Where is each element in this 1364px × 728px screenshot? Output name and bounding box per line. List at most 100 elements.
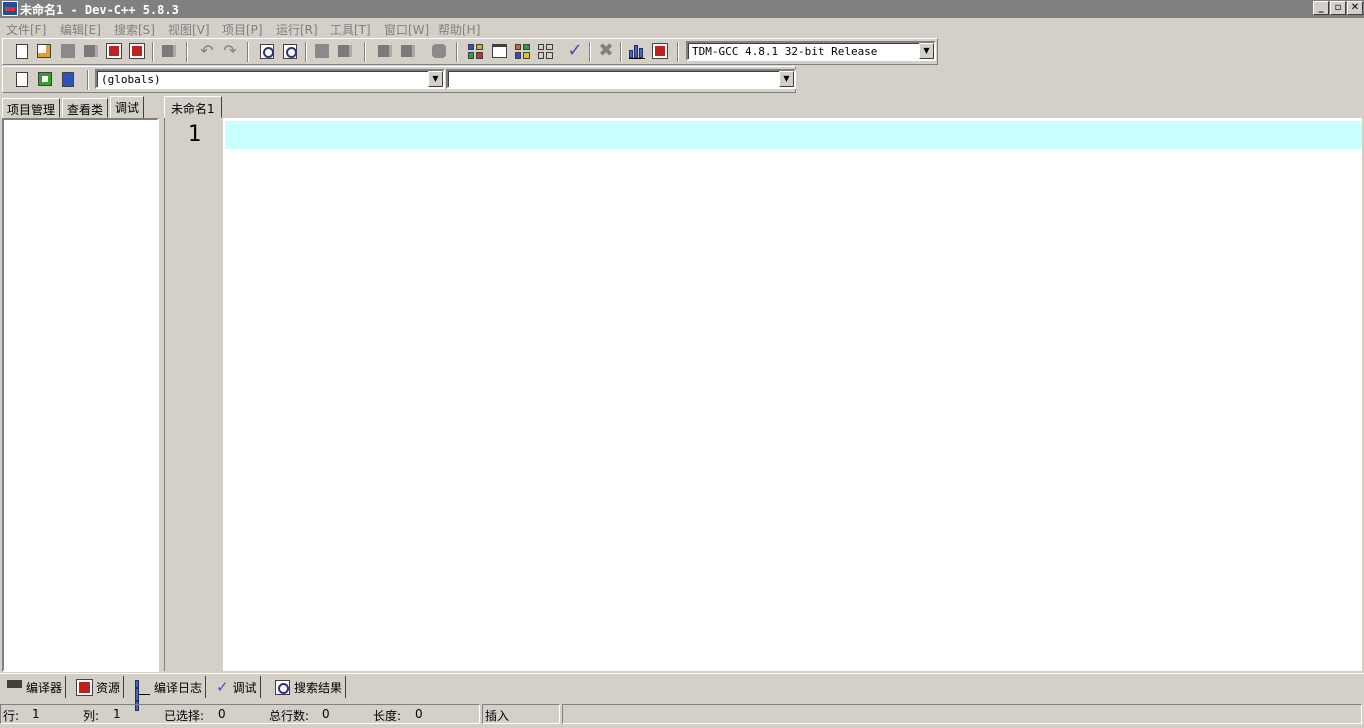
debug-check-button[interactable]: ✓ <box>565 41 585 61</box>
app-icon[interactable] <box>2 1 18 16</box>
open-file-button[interactable] <box>34 41 54 61</box>
toolbar-separator <box>152 42 154 62</box>
tab-resources[interactable]: 资源 <box>74 676 125 698</box>
menu-help[interactable]: 帮助[H] <box>438 21 480 38</box>
class-select-value: (globals) <box>101 73 161 86</box>
save-icon <box>61 44 75 58</box>
menu-tools[interactable]: 工具[T] <box>330 21 371 38</box>
open-file-icon <box>37 44 51 58</box>
print-icon <box>162 45 176 57</box>
class-toolbar: (globals) ▼ ▼ <box>2 66 796 93</box>
search-icon <box>275 679 290 695</box>
menu-view[interactable]: 视图[V] <box>168 21 210 38</box>
stop-execution-button[interactable]: ✖ <box>596 41 616 61</box>
menu-edit[interactable]: 编辑[E] <box>60 21 101 38</box>
save-all-button[interactable] <box>81 41 101 61</box>
run-button[interactable] <box>489 41 509 61</box>
goto-line-button[interactable] <box>335 41 355 61</box>
toolbar-separator <box>364 42 366 62</box>
editor-tab-untitled[interactable]: 未命名1 <box>164 96 222 118</box>
tab-debug-output-label: 调试 <box>232 680 257 695</box>
new-file-icon <box>16 43 28 59</box>
compile-run-button[interactable] <box>512 41 532 61</box>
close-file-icon <box>106 43 122 59</box>
remove-from-project-button[interactable] <box>58 69 78 89</box>
bottom-panel-tabs: 编译器 资源 编译日志 ✓ 调试 搜索结果 <box>0 673 1364 711</box>
compiler-select[interactable]: TDM-GCC 4.8.1 32-bit Release ▼ <box>686 41 936 61</box>
status-col-label: 列: <box>83 709 100 723</box>
menu-project[interactable]: 项目[P] <box>222 21 263 38</box>
restore-button[interactable]: ▫ <box>1330 1 1346 15</box>
status-selected-value: 0 <box>218 707 226 721</box>
status-selected-label: 已选择: <box>164 709 205 723</box>
toggle-comment-button[interactable] <box>429 41 449 61</box>
undo-button[interactable]: ↶ <box>197 41 217 61</box>
menu-run[interactable]: 运行[R] <box>276 21 318 38</box>
menu-bar: 文件[F] 编辑[E] 搜索[S] 视图[V] 项目[P] 运行[R] 工具[T… <box>0 18 1364 38</box>
replace-button[interactable] <box>280 41 300 61</box>
compile-run-icon <box>514 43 530 59</box>
close-all-button[interactable] <box>127 41 147 61</box>
close-file-button[interactable] <box>104 41 124 61</box>
minimize-button[interactable]: _ <box>1313 1 1329 15</box>
status-position-panel <box>0 704 480 724</box>
indent-button[interactable] <box>312 41 332 61</box>
toolbar-separator <box>456 42 458 62</box>
bookmark-next-icon <box>401 45 415 57</box>
member-select[interactable]: ▼ <box>446 69 796 89</box>
rebuild-button[interactable] <box>535 41 555 61</box>
add-icon <box>38 72 52 86</box>
profile-button[interactable] <box>627 41 647 61</box>
goto-line-icon <box>338 45 352 57</box>
indent-icon <box>315 44 329 58</box>
compile-button[interactable] <box>465 41 485 61</box>
tab-class-browser[interactable]: 查看类 <box>62 98 109 118</box>
tab-debug-output[interactable]: ✓ 调试 <box>213 676 261 698</box>
menu-window[interactable]: 窗口[W] <box>384 21 429 38</box>
chevron-down-icon[interactable]: ▼ <box>779 71 794 87</box>
chevron-down-icon[interactable]: ▼ <box>919 43 934 59</box>
tab-debug[interactable]: 调试 <box>110 96 145 118</box>
checkmark-icon: ✓ <box>567 40 583 61</box>
title-bar: 未命名1 - Dev-C++ 5.8.3 _ ▫ ✕ <box>0 0 1364 18</box>
status-bar: 行: 1 列: 1 已选择: 0 总行数: 0 长度: 0 插入 <box>0 702 1364 726</box>
chart-icon <box>629 44 645 59</box>
status-insert-mode: 插入 <box>485 709 510 723</box>
add-to-project-button[interactable] <box>35 69 55 89</box>
close-button[interactable]: ✕ <box>1347 1 1363 15</box>
redo-icon: ↷ <box>223 41 237 60</box>
status-length-value: 0 <box>415 707 423 721</box>
left-panel-content[interactable] <box>2 118 159 672</box>
delete-profile-button[interactable] <box>650 41 670 61</box>
tab-compiler-label: 编译器 <box>26 680 63 695</box>
toolbar-separator <box>589 42 591 62</box>
class-select[interactable]: (globals) ▼ <box>95 69 445 89</box>
tab-compile-log[interactable]: 编译日志 <box>132 676 207 711</box>
redo-button[interactable]: ↷ <box>220 41 240 61</box>
new-project-button[interactable] <box>12 69 32 89</box>
status-total-value: 0 <box>322 707 330 721</box>
menu-file[interactable]: 文件[F] <box>6 21 46 38</box>
menu-search[interactable]: 搜索[S] <box>114 21 155 38</box>
bookmark-next-button[interactable] <box>398 41 418 61</box>
tab-compiler[interactable]: 编译器 <box>4 676 67 698</box>
bookmark-prev-icon <box>378 45 392 57</box>
tab-resources-label: 资源 <box>96 680 121 695</box>
bookmark-prev-button[interactable] <box>375 41 395 61</box>
chart-icon <box>135 679 150 711</box>
line-number: 1 <box>187 122 201 147</box>
chevron-down-icon[interactable]: ▼ <box>428 71 443 87</box>
close-all-icon <box>129 43 145 59</box>
save-button[interactable] <box>58 41 78 61</box>
resources-icon <box>76 678 93 696</box>
find-button[interactable] <box>257 41 277 61</box>
compile-icon <box>467 43 483 59</box>
print-button[interactable] <box>159 41 179 61</box>
status-col-value: 1 <box>113 707 121 721</box>
compiler-select-value: TDM-GCC 4.8.1 32-bit Release <box>692 45 878 58</box>
tab-project-manager[interactable]: 项目管理 <box>2 98 61 118</box>
code-editor[interactable] <box>223 118 1362 671</box>
tab-search-results[interactable]: 搜索结果 <box>272 676 347 698</box>
new-file-button[interactable] <box>12 41 32 61</box>
status-message-panel <box>562 704 1362 724</box>
